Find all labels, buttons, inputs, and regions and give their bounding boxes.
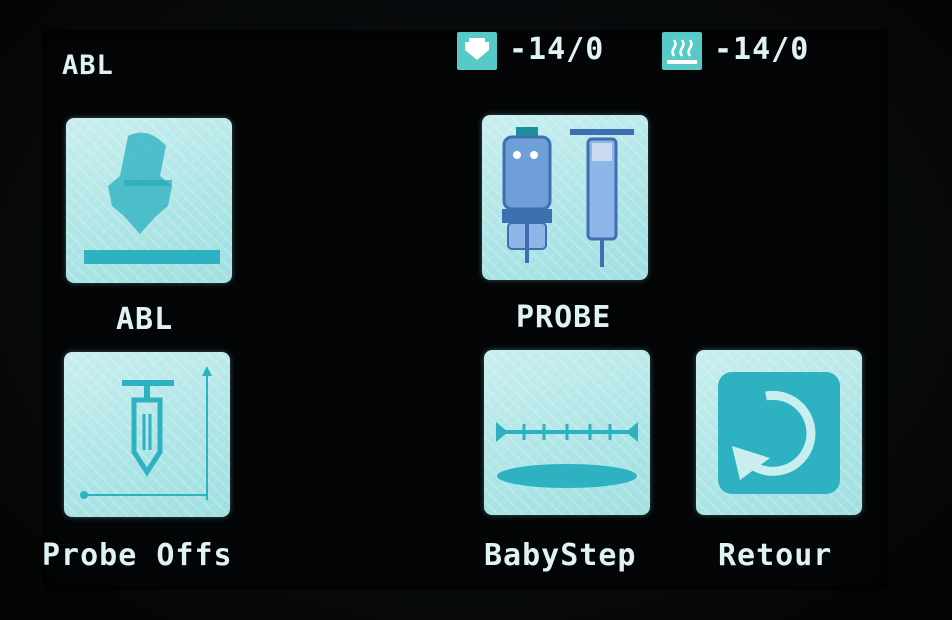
device-bezel: ABL -14/0 -14/0 ABL PROBE Probe Offs Bab… [0,0,952,620]
bltouch-probe-icon [502,127,634,267]
auto-bed-leveling-icon [84,132,220,264]
return-arrow-icon [718,372,840,494]
babystep-button[interactable] [484,350,650,515]
bed-temp-value: -14/0 [714,32,810,67]
probe-offset-icon [80,366,212,500]
probe-button-label: PROBE [516,300,612,335]
probe-button[interactable] [482,115,648,280]
bed-temp-icon [662,32,702,70]
back-button[interactable] [696,350,862,515]
probe-offset-button-label: Probe Offs [42,538,233,573]
abl-button[interactable] [66,118,232,283]
babystep-button-label: BabyStep [484,538,637,573]
abl-button-label: ABL [116,302,174,337]
nozzle-temp-icon [457,32,497,70]
probe-offset-button[interactable] [64,352,230,517]
babystep-icon [496,422,638,488]
back-button-label: Retour [718,538,833,573]
lcd-screen: ABL -14/0 -14/0 ABL PROBE Probe Offs Bab… [42,30,888,590]
nozzle-temp-value: -14/0 [509,32,605,67]
page-title: ABL [62,50,114,81]
